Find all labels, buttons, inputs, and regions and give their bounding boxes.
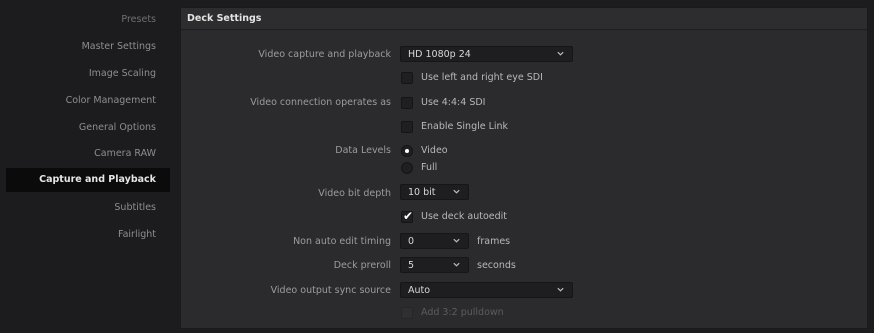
non-auto-edit-label: Non auto edit timing [293, 236, 391, 247]
non-auto-edit-value: 0 [408, 236, 415, 247]
sidebar-item-image-scaling[interactable]: Image Scaling [89, 68, 156, 79]
deck-autoedit-label: Use deck autoedit [421, 211, 508, 222]
data-levels-video-label: Video [421, 145, 448, 156]
sidebar-item-presets[interactable]: Presets [121, 14, 156, 25]
video-connection-label: Video connection operates as [250, 97, 391, 108]
bit-depth-value: 10 bit [408, 187, 436, 198]
deck-preroll-dropdown[interactable]: 5 [400, 257, 469, 273]
left-right-eye-checkbox[interactable] [401, 72, 413, 84]
pulldown-label: Add 3:2 pulldown [421, 307, 504, 318]
data-levels-full-label: Full [421, 162, 438, 173]
chevron-down-icon [453, 189, 460, 194]
non-auto-edit-unit: frames [477, 236, 511, 247]
bit-depth-label: Video bit depth [318, 188, 391, 199]
sidebar: Presets Master Settings Image Scaling Co… [0, 0, 170, 333]
use-444-sdi-label: Use 4:4:4 SDI [421, 97, 486, 108]
pulldown-checkbox[interactable] [401, 307, 413, 319]
deck-settings-panel: Deck Settings Video capture and playback… [180, 7, 868, 329]
chevron-down-icon [453, 238, 460, 243]
sidebar-item-subtitles[interactable]: Subtitles [114, 202, 156, 213]
single-link-checkbox[interactable] [401, 121, 413, 133]
deck-autoedit-checkbox[interactable]: ✔ [401, 209, 414, 223]
sidebar-item-master-settings[interactable]: Master Settings [82, 41, 156, 52]
sidebar-item-capture-and-playback[interactable]: Capture and Playback [6, 168, 170, 192]
bit-depth-dropdown[interactable]: 10 bit [400, 184, 469, 200]
data-levels-video-radio[interactable] [401, 145, 413, 157]
page-title: Deck Settings [187, 13, 262, 24]
use-444-sdi-checkbox[interactable] [401, 97, 413, 109]
video-capture-label: Video capture and playback [258, 49, 391, 60]
chevron-down-icon [557, 51, 564, 56]
sidebar-item-general-options[interactable]: General Options [79, 122, 156, 133]
radio-selected-dot [405, 149, 409, 153]
panel-header: Deck Settings [181, 8, 867, 30]
output-sync-dropdown[interactable]: Auto [400, 282, 573, 298]
data-levels-full-radio[interactable] [401, 162, 413, 174]
data-levels-label: Data Levels [335, 145, 391, 156]
sidebar-item-camera-raw[interactable]: Camera RAW [94, 148, 156, 159]
deck-preroll-value: 5 [408, 260, 415, 271]
chevron-down-icon [453, 262, 460, 267]
non-auto-edit-dropdown[interactable]: 0 [400, 233, 469, 249]
deck-preroll-label: Deck preroll [333, 260, 391, 271]
sidebar-item-color-management[interactable]: Color Management [66, 95, 156, 106]
output-sync-value: Auto [408, 285, 431, 296]
single-link-label: Enable Single Link [421, 121, 509, 132]
video-capture-dropdown[interactable]: HD 1080p 24 [400, 46, 573, 62]
output-sync-label: Video output sync source [270, 285, 391, 296]
sidebar-item-fairlight[interactable]: Fairlight [118, 229, 156, 240]
deck-preroll-unit: seconds [477, 260, 516, 271]
chevron-down-icon [557, 287, 564, 292]
checkmark-icon: ✔ [403, 209, 414, 223]
left-right-eye-label: Use left and right eye SDI [421, 72, 543, 83]
video-capture-value: HD 1080p 24 [408, 49, 471, 60]
